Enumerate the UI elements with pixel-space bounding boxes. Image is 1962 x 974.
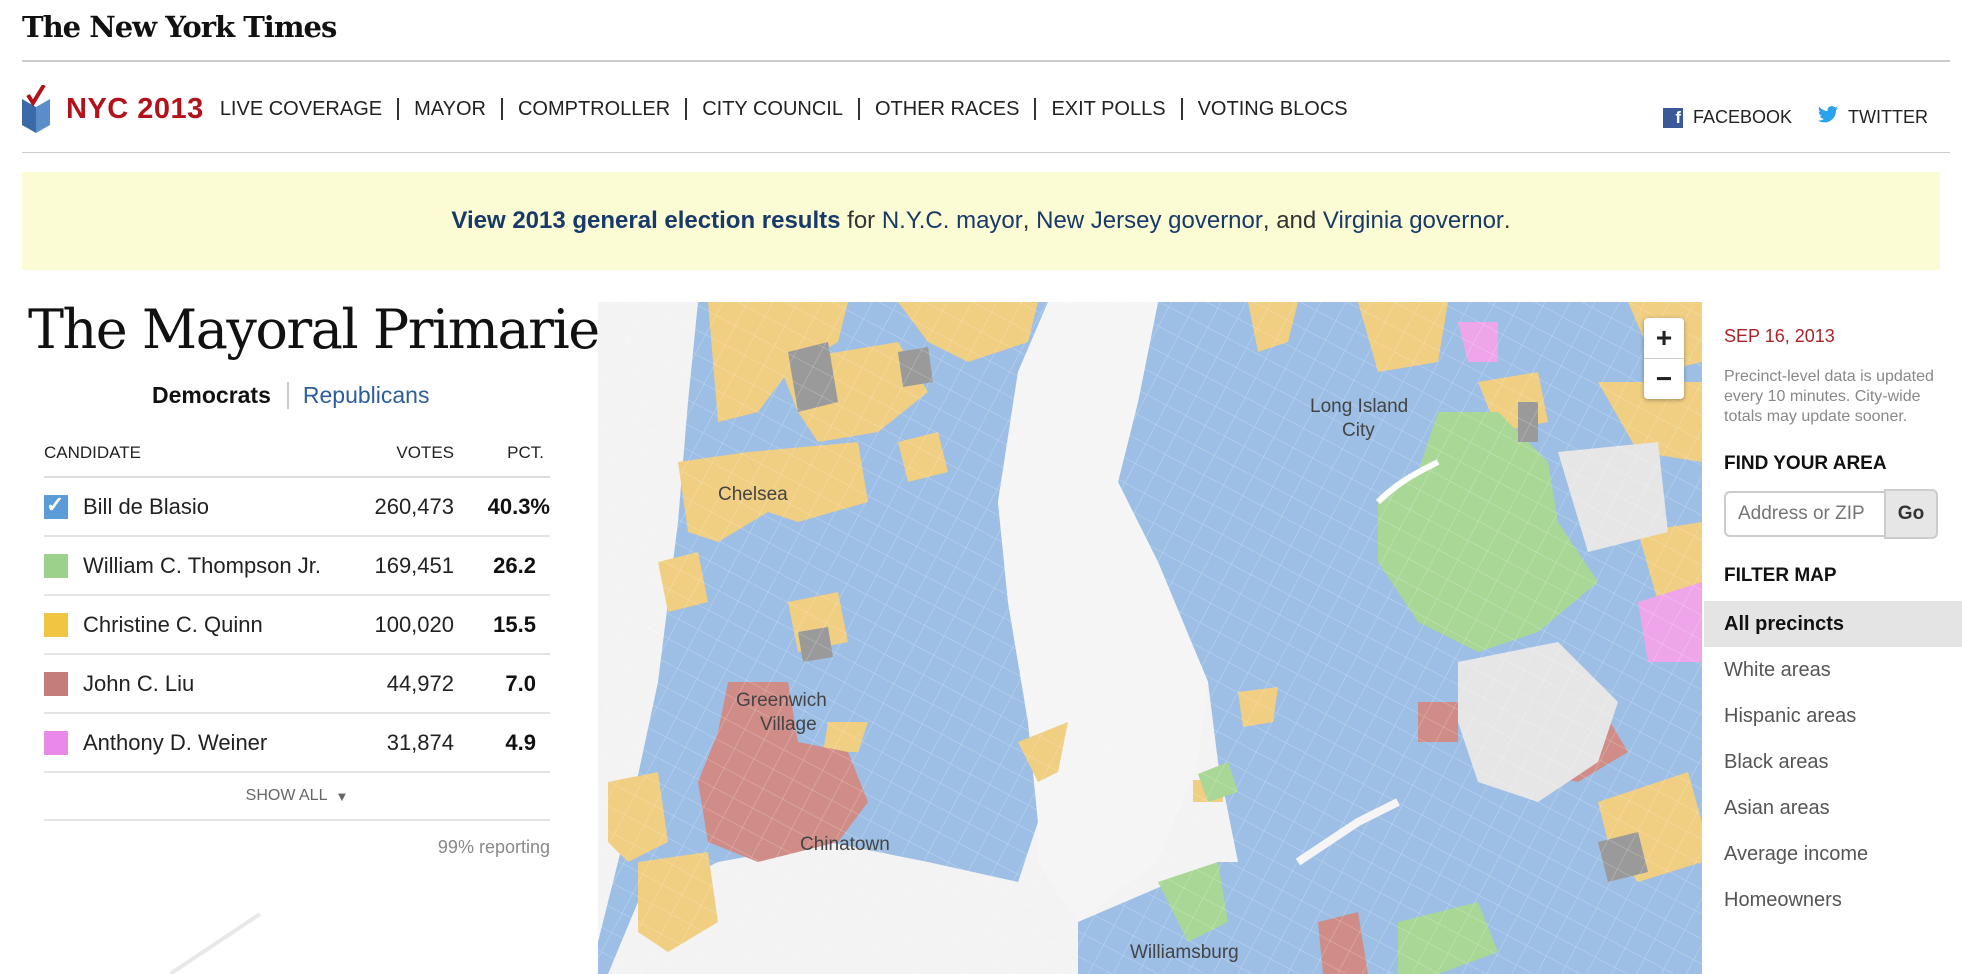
pct-header: PCT. bbox=[507, 443, 544, 462]
reporting-status: 99% reporting bbox=[437, 837, 550, 857]
map-sidebar: SEP 16, 2013 Precinct-level data is upda… bbox=[1704, 302, 1962, 923]
map-label-chelsea: Chelsea bbox=[718, 484, 788, 505]
candidate-pct: 7.0 bbox=[505, 670, 536, 696]
candidate-swatch bbox=[44, 671, 68, 696]
nav-live-coverage[interactable]: LIVE COVERAGE bbox=[220, 98, 397, 120]
zoom-in-button[interactable]: + bbox=[1644, 318, 1684, 359]
va-governor-link[interactable]: Virginia governor bbox=[1323, 207, 1504, 235]
filter-hispanic-areas[interactable]: Hispanic areas bbox=[1724, 693, 1962, 739]
candidate-name: Christine C. Quinn bbox=[83, 611, 263, 637]
twitter-label: TWITTER bbox=[1848, 107, 1928, 127]
candidate-votes: 100,020 bbox=[374, 611, 454, 637]
general-results-link[interactable]: View 2013 general election results bbox=[451, 207, 840, 235]
filter-black-areas[interactable]: Black areas bbox=[1724, 739, 1962, 785]
banner-text: , bbox=[1022, 207, 1037, 234]
precinct-map[interactable]: Chelsea Greenwich Village Chinatown Long… bbox=[598, 302, 1702, 974]
tab-democrats[interactable]: Democrats bbox=[152, 382, 289, 409]
candidate-swatch: ✓ bbox=[44, 491, 68, 519]
nav-mayor[interactable]: MAYOR bbox=[397, 98, 501, 120]
triangle-down-icon: ▼ bbox=[335, 788, 349, 804]
results-banner: View 2013 general election results for N… bbox=[22, 172, 1940, 270]
results-table: CANDIDATE VOTES PCT. ✓ Bill de Blasio 26… bbox=[44, 430, 550, 858]
candidate-votes: 169,451 bbox=[374, 552, 454, 578]
map-label-city: City bbox=[1342, 420, 1375, 441]
party-tabs: Democrats Republicans bbox=[152, 382, 429, 409]
candidate-pct: 4.9 bbox=[505, 729, 536, 755]
page-title: The Mayoral Primaries bbox=[28, 298, 626, 361]
candidate-name: Bill de Blasio bbox=[83, 493, 209, 519]
candidate-pct: 26.2 bbox=[493, 552, 536, 578]
address-search: Go bbox=[1724, 489, 1962, 539]
map-label-chinatown: Chinatown bbox=[800, 834, 890, 855]
zoom-control: + − bbox=[1644, 318, 1684, 399]
address-input[interactable] bbox=[1724, 491, 1884, 537]
filter-white-areas[interactable]: White areas bbox=[1724, 647, 1962, 693]
nav-other-races[interactable]: OTHER RACES bbox=[857, 98, 1034, 120]
candidate-header: CANDIDATE bbox=[44, 443, 141, 462]
map-label-village: Village bbox=[760, 714, 817, 735]
candidate-swatch bbox=[44, 612, 68, 637]
zoom-out-button[interactable]: − bbox=[1644, 359, 1684, 399]
filter-homeowners[interactable]: Homeowners bbox=[1724, 877, 1962, 923]
social-links: f FACEBOOK TWITTER bbox=[1637, 106, 1928, 129]
votes-header: VOTES bbox=[396, 443, 454, 462]
candidate-votes: 260,473 bbox=[374, 493, 454, 519]
map-label-long-island: Long Island bbox=[1310, 396, 1408, 417]
twitter-share[interactable]: TWITTER bbox=[1818, 106, 1928, 129]
twitter-icon bbox=[1818, 106, 1839, 129]
table-row[interactable]: ✓ Bill de Blasio 260,473 40.3% bbox=[44, 478, 550, 537]
map-label-williamsburg: Williamsburg bbox=[1130, 942, 1239, 963]
tab-republicans[interactable]: Republicans bbox=[289, 382, 430, 409]
candidate-name: John C. Liu bbox=[83, 670, 195, 696]
candidate-votes: 31,874 bbox=[386, 729, 454, 755]
nyc-mayor-link[interactable]: N.Y.C. mayor bbox=[882, 207, 1023, 235]
nav-exit-polls[interactable]: EXIT POLLS bbox=[1034, 98, 1180, 120]
candidate-swatch bbox=[44, 553, 68, 578]
banner-text: for bbox=[840, 207, 882, 234]
table-row[interactable]: Christine C. Quinn 100,020 15.5 bbox=[44, 596, 550, 655]
candidate-pct: 40.3% bbox=[487, 493, 550, 519]
show-all-button[interactable]: SHOW ALL ▼ bbox=[44, 773, 550, 821]
nyc-2013-brand[interactable]: NYC 2013 bbox=[66, 93, 204, 126]
candidate-name: William C. Thompson Jr. bbox=[83, 552, 321, 578]
table-row[interactable]: William C. Thompson Jr. 169,451 26.2 bbox=[44, 537, 550, 596]
ballot-box-icon bbox=[22, 83, 50, 133]
filter-list: All precincts White areas Hispanic areas… bbox=[1704, 601, 1962, 923]
check-icon: ✓ bbox=[46, 491, 65, 517]
update-note: Precinct-level data is updated every 10 … bbox=[1724, 368, 1934, 425]
section-nav: NYC 2013 LIVE COVERAGE MAYOR COMPTROLLER… bbox=[22, 83, 1363, 134]
table-row[interactable]: Anthony D. Weiner 31,874 4.9 bbox=[44, 714, 550, 773]
nav-comptroller[interactable]: COMPTROLLER bbox=[500, 98, 685, 120]
table-row[interactable]: John C. Liu 44,972 7.0 bbox=[44, 655, 550, 714]
go-button[interactable]: Go bbox=[1884, 489, 1938, 539]
candidate-pct: 15.5 bbox=[493, 611, 536, 637]
filter-map-title: FILTER MAP bbox=[1724, 565, 1837, 586]
candidate-swatch bbox=[44, 730, 68, 755]
nj-governor-link[interactable]: New Jersey governor bbox=[1036, 207, 1263, 235]
street-lines bbox=[170, 912, 262, 974]
facebook-label: FACEBOOK bbox=[1692, 107, 1793, 127]
filter-all-precincts[interactable]: All precincts bbox=[1704, 601, 1962, 647]
candidate-votes: 44,972 bbox=[386, 670, 454, 696]
filter-asian-areas[interactable]: Asian areas bbox=[1724, 785, 1962, 831]
filter-average-income[interactable]: Average income bbox=[1724, 831, 1962, 877]
show-all-label: SHOW ALL bbox=[245, 787, 328, 804]
banner-text: , and bbox=[1262, 207, 1323, 234]
map-label-greenwich: Greenwich bbox=[736, 690, 827, 711]
find-area-title: FIND YOUR AREA bbox=[1724, 453, 1887, 474]
table-header: CANDIDATE VOTES PCT. bbox=[44, 430, 550, 478]
nav-divider bbox=[22, 152, 1950, 153]
nyt-masthead[interactable]: The New York Times bbox=[22, 10, 337, 44]
nav-voting-blocs[interactable]: VOTING BLOCS bbox=[1180, 98, 1363, 120]
facebook-icon: f bbox=[1662, 107, 1683, 128]
facebook-share[interactable]: f FACEBOOK bbox=[1662, 107, 1793, 128]
header-divider bbox=[22, 60, 1950, 62]
banner-text: . bbox=[1503, 207, 1511, 234]
update-date: SEP 16, 2013 bbox=[1724, 326, 1835, 346]
candidate-name: Anthony D. Weiner bbox=[83, 729, 268, 755]
nav-city-council[interactable]: CITY COUNCIL bbox=[685, 98, 858, 120]
